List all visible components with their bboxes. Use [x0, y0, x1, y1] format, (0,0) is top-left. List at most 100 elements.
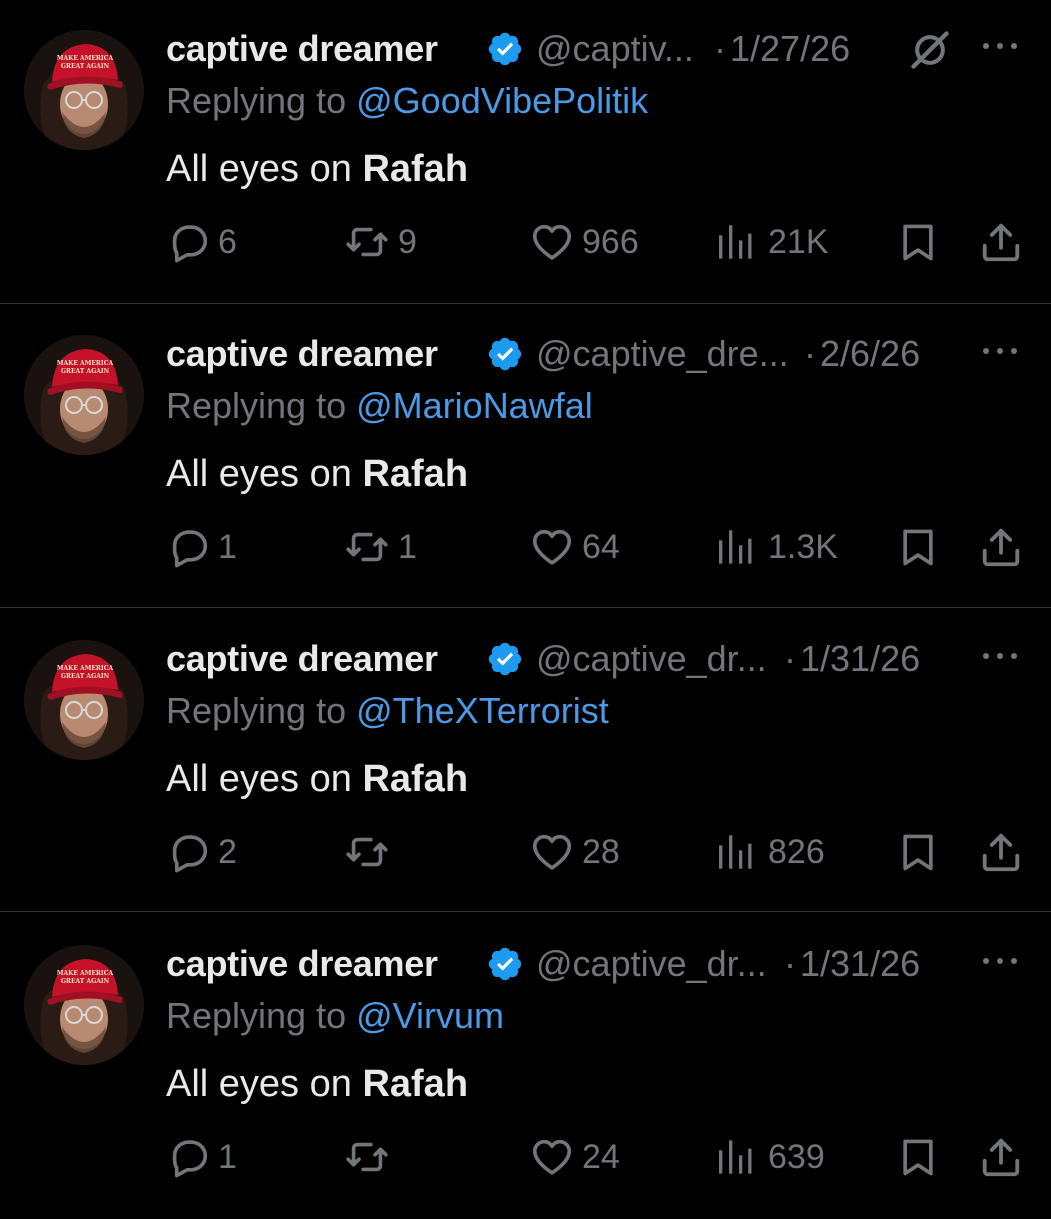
tweet[interactable]: captive dreamer @captiv... · 1/27/26 Rep… [0, 0, 1051, 304]
share-button[interactable] [978, 1127, 1024, 1187]
divider [0, 607, 1051, 608]
bookmark-button[interactable] [896, 1127, 940, 1187]
replying-to-handle[interactable]: @Virvum [356, 995, 504, 1036]
tweet-date[interactable]: 1/27/26 [730, 28, 850, 70]
bookmark-button[interactable] [896, 517, 940, 577]
repost-button[interactable] [342, 1127, 398, 1187]
avatar[interactable] [24, 335, 144, 455]
share-button[interactable] [978, 822, 1024, 882]
bookmark-icon [896, 1134, 940, 1180]
views-button[interactable]: 1.3K [714, 517, 838, 577]
repost-icon [342, 524, 392, 570]
tweet-header: captive dreamer @captiv... · 1/27/26 [166, 24, 1031, 70]
reply-count: 6 [218, 222, 237, 261]
display-name[interactable]: captive dreamer [166, 638, 438, 680]
tweet-text-plain: All eyes on [166, 1063, 363, 1105]
replying-to-line: Replying to @TheXTerrorist [166, 690, 609, 732]
handle[interactable]: @captiv... [536, 28, 694, 70]
like-button[interactable]: 966 [528, 212, 639, 272]
display-name[interactable]: captive dreamer [166, 943, 438, 985]
tweet-header: captive dreamer @captive_dr... · 1/31/26 [166, 939, 1031, 985]
verified-badge-icon [486, 30, 524, 68]
more-options-icon[interactable] [980, 648, 1020, 664]
tweet-text: All eyes on Rafah [166, 453, 468, 496]
views-icon [714, 222, 754, 262]
avatar[interactable] [24, 640, 144, 760]
replying-to-line: Replying to @Virvum [166, 995, 504, 1037]
handle[interactable]: @captive_dr... [536, 943, 767, 985]
separator-dot: · [714, 28, 726, 69]
repost-button[interactable]: 9 [342, 212, 417, 272]
like-count: 28 [582, 832, 620, 871]
repost-button[interactable] [342, 822, 398, 882]
like-button[interactable]: 28 [528, 822, 620, 882]
views-button[interactable]: 639 [714, 1127, 825, 1187]
repost-count: 9 [398, 222, 417, 261]
views-icon [714, 1137, 754, 1177]
reply-button[interactable]: 2 [166, 822, 237, 882]
tweet-text-bold: Rafah [362, 148, 469, 190]
replying-to-prefix: Replying to [166, 995, 347, 1036]
view-count: 1.3K [768, 527, 838, 566]
share-icon [978, 1134, 1024, 1180]
heart-icon [528, 524, 576, 570]
tweet-header: captive dreamer @captive_dr... · 1/31/26 [166, 634, 1031, 680]
views-button[interactable]: 21K [714, 212, 829, 272]
avatar[interactable] [24, 30, 144, 150]
share-button[interactable] [978, 212, 1024, 272]
tweet-date[interactable]: 2/6/26 [820, 333, 920, 375]
like-button[interactable]: 24 [528, 1127, 620, 1187]
replying-to-prefix: Replying to [166, 80, 347, 121]
tweet-date[interactable]: 1/31/26 [800, 638, 920, 680]
repost-icon [342, 829, 392, 875]
like-count: 966 [582, 222, 639, 261]
reply-count: 2 [218, 832, 237, 871]
reply-button[interactable]: 6 [166, 212, 237, 272]
tweet[interactable]: captive dreamer @captive_dr... · 1/31/26… [0, 610, 1051, 914]
reply-icon [166, 219, 212, 265]
display-name[interactable]: captive dreamer [166, 333, 438, 375]
reply-count: 1 [218, 1137, 237, 1176]
repost-button[interactable]: 1 [342, 517, 417, 577]
handle[interactable]: @captive_dre... [536, 333, 789, 375]
grok-icon[interactable] [908, 28, 952, 72]
views-button[interactable]: 826 [714, 822, 825, 882]
bookmark-button[interactable] [896, 212, 940, 272]
view-count: 21K [768, 222, 829, 261]
handle[interactable]: @captive_dr... [536, 638, 767, 680]
reply-button[interactable]: 1 [166, 1127, 237, 1187]
tweet-date[interactable]: 1/31/26 [800, 943, 920, 985]
share-button[interactable] [978, 517, 1024, 577]
reply-count: 1 [218, 527, 237, 566]
replying-to-handle[interactable]: @GoodVibePolitik [356, 80, 648, 121]
action-bar: 6 9 966 21K [166, 212, 1026, 272]
tweet-text-plain: All eyes on [166, 758, 363, 800]
action-bar: 2 28 826 [166, 822, 1026, 882]
avatar-image [24, 335, 144, 455]
like-button[interactable]: 64 [528, 517, 620, 577]
repost-icon [342, 1134, 392, 1180]
replying-to-handle[interactable]: @TheXTerrorist [356, 690, 609, 731]
reply-icon [166, 524, 212, 570]
more-options-icon[interactable] [980, 953, 1020, 969]
avatar-image [24, 30, 144, 150]
replying-to-line: Replying to @GoodVibePolitik [166, 80, 648, 122]
reply-button[interactable]: 1 [166, 517, 237, 577]
share-icon [978, 524, 1024, 570]
tweet-text-plain: All eyes on [166, 148, 363, 190]
tweet[interactable]: captive dreamer @captive_dr... · 1/31/26… [0, 915, 1051, 1219]
display-name[interactable]: captive dreamer [166, 28, 438, 70]
bookmark-button[interactable] [896, 822, 940, 882]
tweet-header: captive dreamer @captive_dre... · 2/6/26 [166, 329, 1031, 375]
tweet[interactable]: captive dreamer @captive_dre... · 2/6/26… [0, 305, 1051, 609]
replying-to-handle[interactable]: @MarioNawfal [356, 385, 593, 426]
repost-count: 1 [398, 527, 417, 566]
tweet-text-bold: Rafah [362, 758, 469, 800]
reply-icon [166, 829, 212, 875]
bookmark-icon [896, 219, 940, 265]
avatar[interactable] [24, 945, 144, 1065]
share-icon [978, 219, 1024, 265]
more-options-icon[interactable] [980, 38, 1020, 54]
replying-to-prefix: Replying to [166, 690, 347, 731]
more-options-icon[interactable] [980, 343, 1020, 359]
